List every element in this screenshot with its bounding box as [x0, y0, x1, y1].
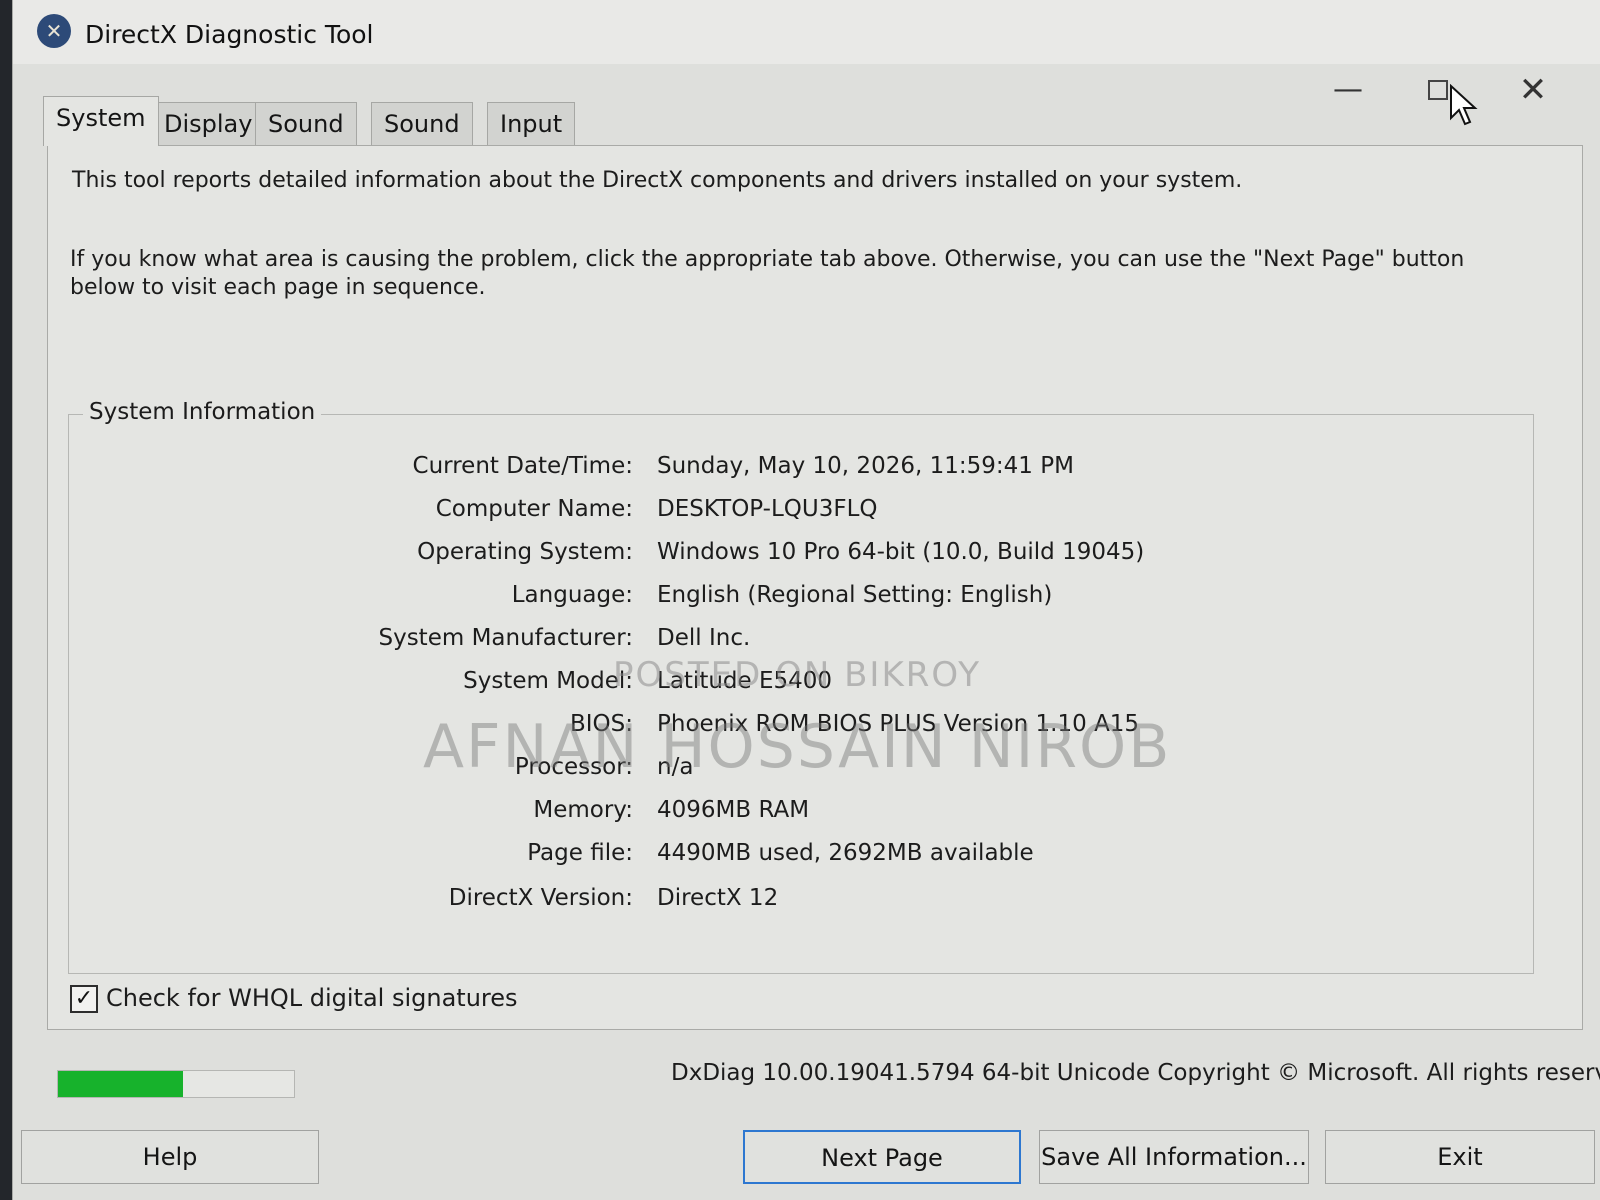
info-row-datetime: Current Date/Time: Sunday, May 10, 2026,…	[69, 453, 1533, 487]
info-value: DirectX 12	[657, 885, 779, 911]
directx-app-icon: ✕	[37, 14, 71, 48]
progress-bar-fill	[58, 1071, 184, 1097]
info-row-directx-version: DirectX Version: DirectX 12	[69, 885, 1533, 919]
tab-display[interactable]: Display	[151, 102, 266, 146]
next-page-button[interactable]: Next Page	[743, 1130, 1021, 1184]
save-all-information-button[interactable]: Save All Information...	[1039, 1130, 1309, 1184]
info-label: Memory:	[533, 797, 633, 823]
info-value: Sunday, May 10, 2026, 11:59:41 PM	[657, 453, 1074, 479]
info-label: Page file:	[527, 840, 633, 866]
watermark-posted-on: POSTED ON BIKROY	[613, 655, 982, 695]
info-value: English (Regional Setting: English)	[657, 582, 1053, 608]
tab-sound-1[interactable]: Sound 1	[255, 102, 357, 180]
system-tab-panel: This tool reports detailed information a…	[47, 145, 1583, 1030]
info-value: Windows 10 Pro 64-bit (10.0, Build 19045…	[657, 539, 1145, 565]
info-row-manufacturer: System Manufacturer: Dell Inc.	[69, 625, 1533, 659]
close-button[interactable]: ✕	[1503, 68, 1563, 112]
exit-button[interactable]: Exit	[1325, 1130, 1595, 1184]
minimize-button[interactable]: —	[1318, 68, 1378, 112]
info-value: Dell Inc.	[657, 625, 751, 651]
tab-sound-2[interactable]: Sound 2	[371, 102, 473, 180]
info-label: System Model:	[463, 668, 633, 694]
info-label: Operating System:	[417, 539, 633, 565]
progress-bar	[57, 1070, 295, 1098]
info-value: 4490MB used, 2692MB available	[657, 840, 1034, 866]
watermark-author: AFNAN HOSSAIN NIROB	[423, 712, 1172, 782]
info-label: DirectX Version:	[448, 885, 633, 911]
info-row-computer-name: Computer Name: DESKTOP-LQU3FLQ	[69, 496, 1533, 530]
info-value: DESKTOP-LQU3FLQ	[657, 496, 878, 522]
info-label: Current Date/Time:	[412, 453, 633, 479]
whql-checkbox[interactable]: ✓	[70, 985, 98, 1013]
tab-input[interactable]: Input	[487, 102, 576, 146]
whql-checkbox-row[interactable]: ✓ Check for WHQL digital signatures	[70, 984, 518, 1013]
minimize-icon: —	[1333, 72, 1363, 107]
intro-text-2: If you know what area is causing the pro…	[70, 247, 1465, 300]
maximize-icon	[1428, 80, 1448, 100]
info-label: Computer Name:	[435, 496, 633, 522]
tab-system[interactable]: System	[43, 96, 159, 146]
dxdiag-window: ✕ DirectX Diagnostic Tool — ✕ System Dis…	[12, 0, 1600, 1200]
info-row-language: Language: English (Regional Setting: Eng…	[69, 582, 1533, 616]
info-row-page-file: Page file: 4490MB used, 2692MB available	[69, 840, 1533, 874]
whql-checkbox-label: Check for WHQL digital signatures	[106, 984, 518, 1012]
group-heading: System Information	[83, 399, 322, 425]
info-label: System Manufacturer:	[378, 625, 633, 651]
info-label: Language:	[511, 582, 633, 608]
info-value: 4096MB RAM	[657, 797, 810, 823]
window-title: DirectX Diagnostic Tool	[85, 20, 374, 49]
status-text: DxDiag 10.00.19041.5794 64-bit Unicode C…	[671, 1060, 1600, 1086]
intro-text-1: This tool reports detailed information a…	[72, 168, 1243, 193]
title-bar[interactable]: ✕ DirectX Diagnostic Tool	[13, 0, 1600, 64]
mouse-cursor-icon	[1450, 84, 1478, 126]
close-icon: ✕	[1518, 70, 1548, 110]
help-button[interactable]: Help	[21, 1130, 319, 1184]
info-row-os: Operating System: Windows 10 Pro 64-bit …	[69, 539, 1533, 573]
info-row-memory: Memory: 4096MB RAM	[69, 797, 1533, 831]
